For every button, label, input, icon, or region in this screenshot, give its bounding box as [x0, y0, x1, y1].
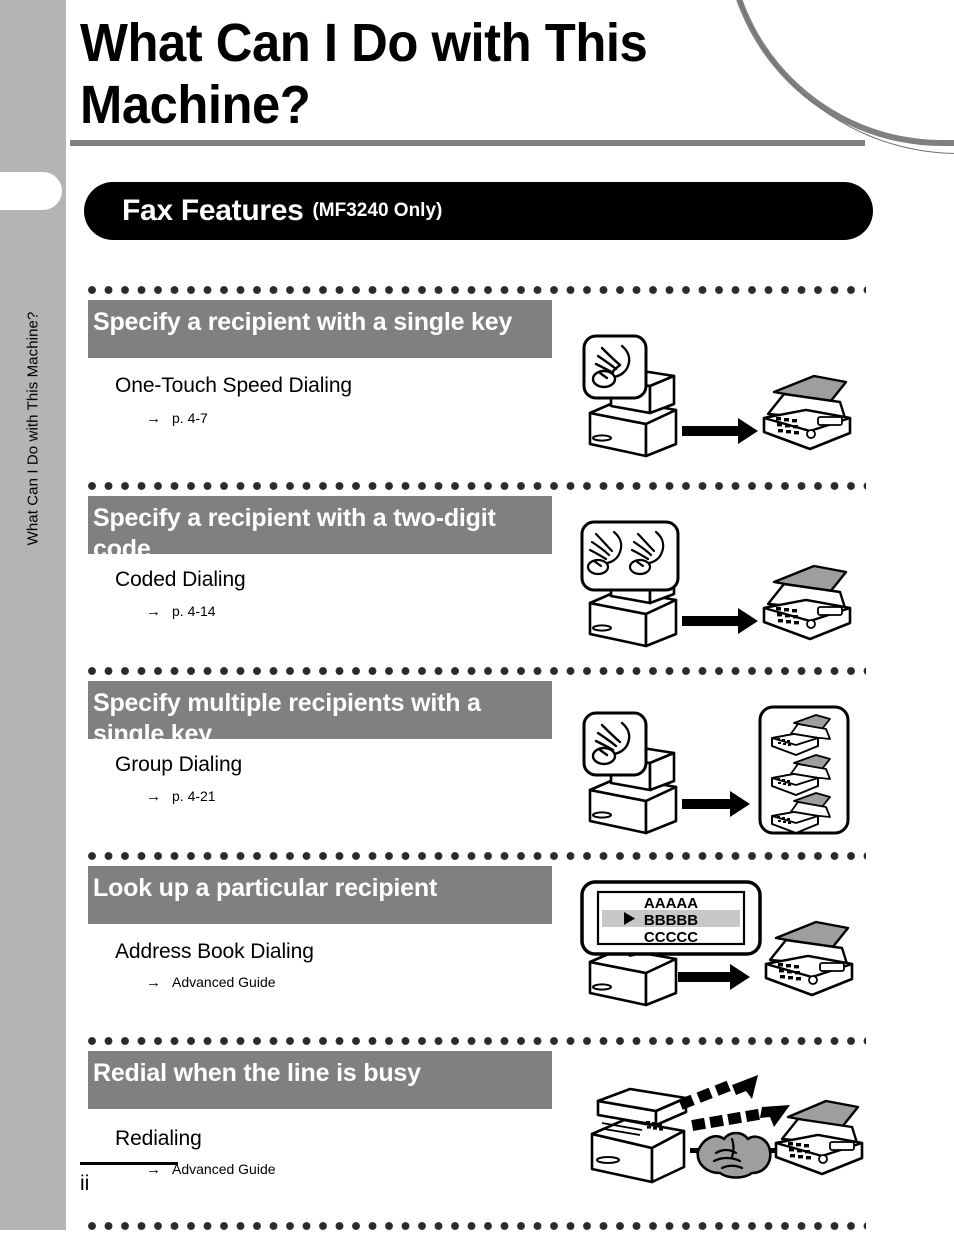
dotted-separator: [88, 846, 866, 866]
illustration-one-touch: [578, 318, 858, 463]
fax-machine: [774, 1099, 864, 1176]
feature-section: Specify multiple recipients with a singl…: [0, 661, 954, 846]
dashed-arrow-lower: [691, 1105, 790, 1131]
section-subtitle: One-Touch Speed Dialing: [115, 374, 353, 397]
feature-section: Specify a recipient with a single key On…: [0, 280, 954, 476]
illustration-svg: [582, 705, 850, 835]
section-subtitle: Redialing: [115, 1127, 202, 1150]
title-underline-rule: [70, 140, 865, 146]
section-heading-bar: Specify a recipient with a single key: [88, 300, 552, 358]
dashed-arrow-upper: [678, 1075, 758, 1110]
section-reference-text: p. 4-7: [172, 410, 208, 426]
section-reference-text: p. 4-14: [172, 603, 216, 619]
section-reference: → Advanced Guide: [146, 974, 276, 991]
section-subtitle: Coded Dialing: [115, 568, 246, 591]
section-heading-bar: Look up a particular recipient: [88, 866, 552, 924]
section-heading: Specify a recipient with a single key: [93, 308, 513, 336]
section-heading: Specify multiple recipients with a singl…: [93, 689, 481, 748]
section-heading-bar: Specify multiple recipients with a singl…: [88, 681, 552, 748]
illustration-svg: AAAAA BBBBB CCCCC: [580, 880, 854, 1007]
section-reference: → p. 4-7: [146, 410, 208, 427]
illustration-redialing: [582, 1069, 872, 1194]
fax-machine: [764, 920, 854, 997]
section-heading-bar: Specify a recipient with a two-digit cod…: [88, 496, 552, 563]
corner-arc-thin-decoration: [726, 0, 954, 154]
arrow-black: [682, 791, 750, 817]
fax-machine: [762, 374, 852, 451]
feature-section: Look up a particular recipient Address B…: [0, 846, 954, 1031]
section-heading: Look up a particular recipient: [93, 874, 438, 902]
arrow-black: [682, 418, 758, 444]
dotted-separator: [88, 1031, 866, 1051]
hand-press-inset: [582, 334, 648, 400]
illustration-group-dialing: [578, 695, 858, 850]
section-heading-bar: Redial when the line is busy: [88, 1051, 552, 1109]
arrow-right-icon: →: [146, 788, 161, 805]
section-reference-text: p. 4-21: [172, 788, 216, 804]
feature-section: Redial when the line is busy Redialing →…: [0, 1031, 954, 1216]
hand-press-inset: [582, 711, 648, 777]
section-reference: → p. 4-14: [146, 603, 216, 620]
dotted-separator: [88, 1216, 866, 1236]
page-title: What Can I Do with This Machine?: [80, 13, 648, 135]
arrow-black: [682, 608, 758, 634]
lcd-panel: AAAAA BBBBB CCCCC: [580, 880, 762, 956]
illustration-svg: [590, 1075, 864, 1184]
section-subtitle: Group Dialing: [115, 753, 243, 776]
dotted-separator: [88, 280, 866, 300]
section-heading: Redial when the line is busy: [93, 1059, 421, 1087]
lcd-line-2: BBBBB: [644, 912, 698, 929]
illustration-svg: [582, 334, 852, 458]
banner-subtitle: (MF3240 Only): [312, 199, 443, 221]
feature-section: Specify a recipient with a two-digit cod…: [0, 476, 954, 661]
section-heading: Specify a recipient with a two-digit cod…: [93, 504, 496, 563]
fax-features-banner: Fax Features (MF3240 Only): [84, 182, 873, 240]
two-hands-press-inset: [580, 520, 680, 592]
dotted-separator: [88, 661, 866, 681]
footer-rule: [80, 1162, 178, 1165]
arrow-black: [678, 964, 750, 990]
arrow-right-icon: →: [146, 410, 161, 427]
illustration-address-book: AAAAA BBBBB CCCCC: [578, 876, 868, 1021]
arrow-right-icon: →: [146, 603, 161, 620]
handshake-icon: [690, 1131, 776, 1179]
lcd-line-3: CCCCC: [644, 929, 698, 946]
feature-sections: Specify a recipient with a single key On…: [0, 280, 954, 1236]
fax-machine: [762, 564, 852, 641]
recipient-group-box: [758, 705, 850, 835]
arrow-right-icon: →: [146, 974, 161, 991]
section-reference-text: Advanced Guide: [172, 974, 276, 990]
illustration-coded-dialing: [578, 508, 858, 653]
dotted-separator: [88, 476, 866, 496]
section-subtitle: Address Book Dialing: [115, 940, 314, 963]
page-number: ii: [80, 1172, 90, 1195]
section-reference: → p. 4-21: [146, 788, 216, 805]
illustration-svg: [580, 520, 852, 648]
banner-title: Fax Features: [122, 194, 304, 227]
sidebar-tab-notch: [0, 172, 62, 210]
lcd-line-1: AAAAA: [644, 895, 698, 912]
section-reference-text: Advanced Guide: [172, 1161, 276, 1177]
